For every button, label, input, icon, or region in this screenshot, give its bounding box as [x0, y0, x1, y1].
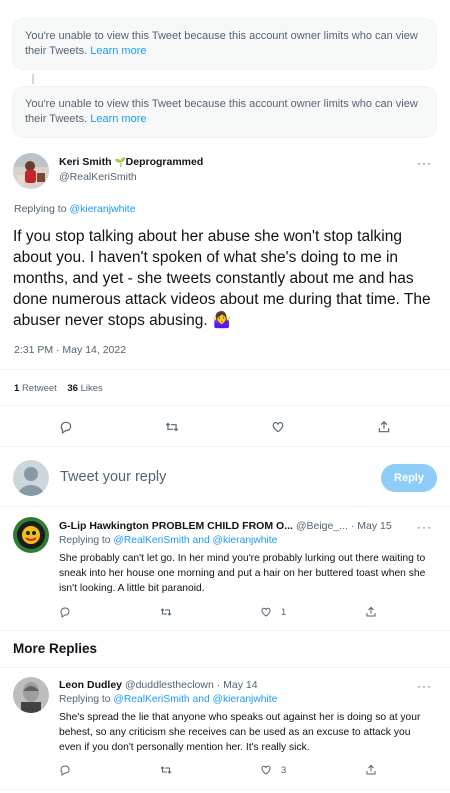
reply-author-handle[interactable]: @Beige_...: [296, 520, 348, 532]
replying-to-link[interactable]: @RealKeriSmith and @kieranjwhite: [113, 694, 277, 705]
more-options-icon[interactable]: ···: [417, 679, 432, 693]
reply-author-name[interactable]: Leon Dudley: [59, 679, 122, 691]
tweet-stats: 1 Retweet 36 Likes: [14, 383, 103, 394]
share-icon[interactable]: [365, 606, 377, 618]
replying-to: Replying to @RealKeriSmith and @kieranjw…: [59, 694, 278, 705]
share-icon[interactable]: [365, 764, 377, 776]
replying-to: Replying to @kieranjwhite: [14, 203, 136, 215]
sprout-icon: 🌱: [114, 157, 126, 167]
reply-text: She probably can't let go. In her mind y…: [59, 553, 426, 594]
like-count: 1: [281, 607, 287, 618]
author-name[interactable]: Keri Smith 🌱Deprogrammed: [59, 156, 203, 168]
reply-author-name[interactable]: G-Lip Hawkington PROBLEM CHILD FROM O...: [59, 520, 293, 532]
more-options-icon[interactable]: ···: [417, 520, 432, 534]
retweet-icon[interactable]: [160, 764, 172, 776]
reply-avatar[interactable]: [13, 677, 49, 713]
like-icon[interactable]: [271, 420, 285, 434]
learn-more-link[interactable]: Learn more: [90, 113, 146, 125]
like-icon[interactable]: [260, 606, 272, 618]
share-icon[interactable]: [377, 420, 391, 434]
replying-to: Replying to @RealKeriSmith and @kieranjw…: [59, 535, 278, 546]
tweet-text: If you stop talking about her abuse she …: [13, 228, 431, 329]
divider: [0, 506, 450, 507]
like-icon[interactable]: [260, 764, 272, 776]
reply-author-handle[interactable]: @duddlestheclown: [125, 679, 214, 691]
divider: [0, 369, 450, 370]
more-replies-heading: More Replies: [13, 641, 98, 656]
reply-icon[interactable]: [59, 764, 71, 776]
reply-date[interactable]: · May 14: [217, 679, 258, 691]
restricted-tweet-notice: You're unable to view this Tweet because…: [12, 18, 437, 70]
author-handle[interactable]: @RealKeriSmith: [59, 171, 137, 183]
retweet-icon[interactable]: [165, 420, 179, 434]
divider: [0, 789, 450, 790]
more-options-icon[interactable]: ···: [417, 156, 432, 170]
replying-to-link[interactable]: @kieranjwhite: [69, 203, 135, 215]
notice-text: You're unable to view this Tweet because…: [25, 98, 418, 125]
reply-button[interactable]: Reply: [381, 464, 437, 492]
restricted-tweet-notice: You're unable to view this Tweet because…: [12, 86, 437, 138]
notice-text: You're unable to view this Tweet because…: [25, 30, 418, 57]
tweet-timestamp[interactable]: 2:31 PM · May 14, 2022: [14, 344, 126, 356]
compose-placeholder[interactable]: Tweet your reply: [60, 469, 166, 485]
divider: [0, 446, 450, 447]
replying-to-link[interactable]: @RealKeriSmith and @kieranjwhite: [113, 535, 277, 546]
divider: [0, 667, 450, 668]
user-avatar[interactable]: [13, 460, 49, 496]
divider: [0, 630, 450, 631]
avatar[interactable]: [13, 153, 49, 189]
reply-icon[interactable]: [59, 606, 71, 618]
reply-author-row: G-Lip Hawkington PROBLEM CHILD FROM O...…: [59, 520, 392, 532]
like-count: 3: [281, 765, 287, 776]
learn-more-link[interactable]: Learn more: [90, 45, 146, 57]
reply-date[interactable]: · May 15: [351, 520, 392, 532]
retweet-count[interactable]: 1 Retweet: [14, 383, 57, 394]
likes-count[interactable]: 36 Likes: [67, 383, 102, 394]
reply-text: She's spread the lie that anyone who spe…: [59, 712, 421, 753]
divider: [0, 405, 450, 406]
reply-icon[interactable]: [59, 420, 73, 434]
thread-line: [32, 74, 34, 84]
reply-author-row: Leon Dudley @duddlestheclown · May 14: [59, 679, 258, 691]
reply-avatar[interactable]: [13, 517, 49, 553]
retweet-icon[interactable]: [160, 606, 172, 618]
